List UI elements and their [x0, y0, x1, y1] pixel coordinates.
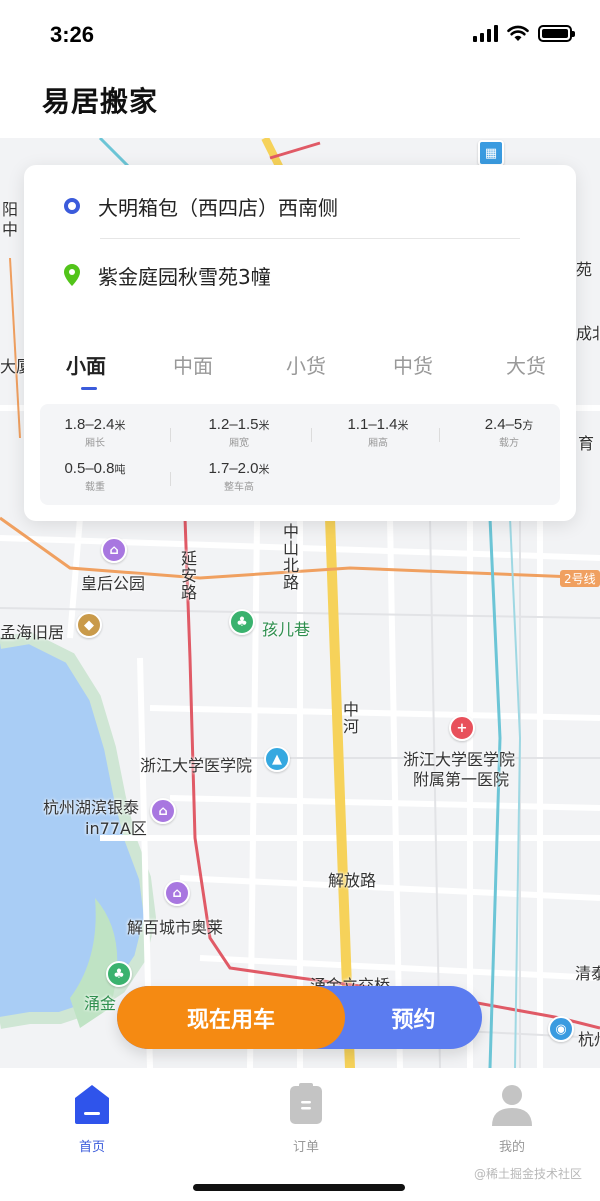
- map-label-haier-lane: 孩儿巷: [262, 620, 311, 639]
- end-address: 紫金庭园秋雪苑3幢: [98, 264, 271, 289]
- spec-divider: [311, 428, 312, 442]
- tabbar-label-home: 首页: [78, 1140, 105, 1155]
- park-poi-icon[interactable]: ♣: [229, 609, 255, 635]
- map-label-zhonghe: 中河: [340, 701, 359, 735]
- home-indicator: [193, 1184, 405, 1191]
- spec-load-label: 载重: [85, 482, 105, 493]
- tab-medium-truck[interactable]: 中货: [393, 350, 433, 379]
- map-label-jiebai: 解百城市奥莱: [127, 918, 224, 937]
- map-label-chengbei: 成北: [576, 324, 600, 343]
- school-poi-icon[interactable]: ▲: [264, 746, 290, 772]
- bottom-tab-bar: 首页 订单 我的: [0, 1068, 600, 1163]
- status-bar: 3:26: [0, 0, 600, 70]
- spec-total-height-value: 1.7–2.0: [208, 460, 259, 477]
- tabbar-label-orders: 订单: [292, 1140, 319, 1155]
- use-now-button[interactable]: 现在用车: [117, 986, 345, 1049]
- spec-load-value: 0.5–0.8: [64, 460, 115, 477]
- cellular-signal-icon: [473, 24, 498, 42]
- spec-load-unit: 吨: [114, 464, 126, 476]
- map-label-qingtai: 清泰: [575, 964, 600, 983]
- spec-length: 1.8–2.4米 厢长: [40, 416, 150, 449]
- wifi-icon: [507, 25, 529, 41]
- user-icon: [492, 1085, 532, 1126]
- station-poi-icon[interactable]: ◉: [548, 1016, 574, 1042]
- watermark: @稀土掘金技术社区: [473, 1167, 582, 1181]
- vehicle-type-tabs: 小面 中面 小货 中货 大货: [24, 350, 576, 390]
- map-label-hospital-line2: 附属第一医院: [413, 770, 510, 789]
- landmark-poi-icon[interactable]: ◆: [76, 612, 102, 638]
- hospital-poi-icon[interactable]: +: [449, 715, 475, 741]
- map-label-line2: 2号线: [560, 570, 600, 587]
- home-icon: [75, 1085, 109, 1124]
- start-address: 大明箱包（西四店）西南侧: [98, 195, 338, 220]
- map-label-yu: 育: [578, 434, 595, 453]
- spec-volume-label: 载方: [499, 438, 519, 449]
- map-label-zhongshan-road: 中山北路: [280, 523, 299, 591]
- order-action-bar: 预约 现在用车: [117, 986, 482, 1049]
- page-title: 易居搬家: [42, 85, 159, 118]
- map-label-yintai-line2: in77A区: [85, 819, 147, 838]
- map-label-zhong: 中: [2, 220, 19, 239]
- spec-total-height-unit: 米: [258, 464, 270, 476]
- spec-divider: [170, 472, 171, 486]
- address-divider: [100, 238, 520, 239]
- orders-icon: [290, 1083, 322, 1124]
- map-label-hangzhou: 杭州: [578, 1030, 600, 1049]
- active-tab-indicator: [81, 387, 97, 390]
- spec-total-height-label: 整车高: [224, 482, 254, 493]
- mall-poi-icon[interactable]: ⌂: [150, 798, 176, 824]
- destination-pin-icon: [64, 264, 80, 286]
- garden-poi-icon[interactable]: ♣: [106, 961, 132, 987]
- map-label-huanghou-park: 皇后公园: [81, 574, 146, 593]
- tabbar-item-profile[interactable]: 我的: [472, 1082, 552, 1155]
- tab-small-van[interactable]: 小面: [66, 350, 106, 379]
- tab-medium-van[interactable]: 中面: [173, 350, 213, 379]
- spec-divider: [170, 428, 171, 442]
- spec-total-height: 1.7–2.0米 整车高: [184, 460, 294, 493]
- spec-length-label: 厢长: [85, 438, 105, 449]
- route-vehicle-card: 大明箱包（西四店）西南侧 紫金庭园秋雪苑3幢 小面 中面 小货 中货 大货 1.…: [24, 165, 576, 521]
- map-label-yanan-road: 延安路: [178, 550, 197, 601]
- app-screen: 3:26 易居搬家 皇后公园 延安路 中山北路 孩儿巷 孟海旧居 中河 浙江大学…: [0, 0, 600, 1201]
- tab-small-truck[interactable]: 小货: [286, 350, 326, 379]
- start-point-icon: [64, 198, 80, 214]
- spec-length-unit: 米: [114, 420, 126, 432]
- spec-width-value: 1.2–1.5: [208, 416, 259, 433]
- tab-large-truck[interactable]: 大货: [506, 350, 546, 379]
- building-poi-icon[interactable]: ▦: [478, 140, 504, 166]
- spec-volume-unit: 方: [522, 420, 534, 432]
- tabbar-label-profile: 我的: [498, 1140, 525, 1155]
- start-address-row[interactable]: 大明箱包（西四店）西南侧: [64, 186, 338, 226]
- spec-width-label: 厢宽: [229, 438, 249, 449]
- status-time: 3:26: [50, 22, 95, 47]
- map-label-yuan: 苑: [576, 260, 593, 279]
- spec-width-unit: 米: [258, 420, 270, 432]
- map-label-mengtai: 孟海旧居: [0, 623, 65, 642]
- spec-volume-value: 2.4–5: [484, 416, 523, 433]
- map-label-yongjin: 涌金: [84, 994, 117, 1013]
- shopping-poi-icon[interactable]: ⌂: [101, 537, 127, 563]
- spec-height: 1.1–1.4米 厢高: [323, 416, 433, 449]
- spec-volume: 2.4–5方 载方: [454, 416, 564, 449]
- spec-height-unit: 米: [397, 420, 409, 432]
- map-label-zju-medical: 浙江大学医学院: [140, 756, 253, 775]
- reserve-button[interactable]: 预约: [345, 986, 482, 1049]
- status-icons: [473, 24, 575, 42]
- outlet-poi-icon[interactable]: ⌂: [164, 880, 190, 906]
- vehicle-specs: 1.8–2.4米 厢长 1.2–1.5米 厢宽 1.1–1.4米 厢高 2.4–…: [40, 404, 560, 505]
- spec-divider: [439, 428, 440, 442]
- battery-icon: [538, 24, 575, 42]
- tabbar-item-orders[interactable]: 订单: [266, 1082, 346, 1155]
- spec-width: 1.2–1.5米 厢宽: [184, 416, 294, 449]
- spec-height-label: 厢高: [368, 438, 388, 449]
- spec-load: 0.5–0.8吨 载重: [40, 460, 150, 493]
- end-address-row[interactable]: 紫金庭园秋雪苑3幢: [64, 255, 271, 295]
- spec-height-value: 1.1–1.4: [347, 416, 398, 433]
- map-label-jiefang-road: 解放路: [328, 871, 377, 890]
- spec-length-value: 1.8–2.4: [64, 416, 115, 433]
- tabbar-item-home[interactable]: 首页: [52, 1082, 132, 1155]
